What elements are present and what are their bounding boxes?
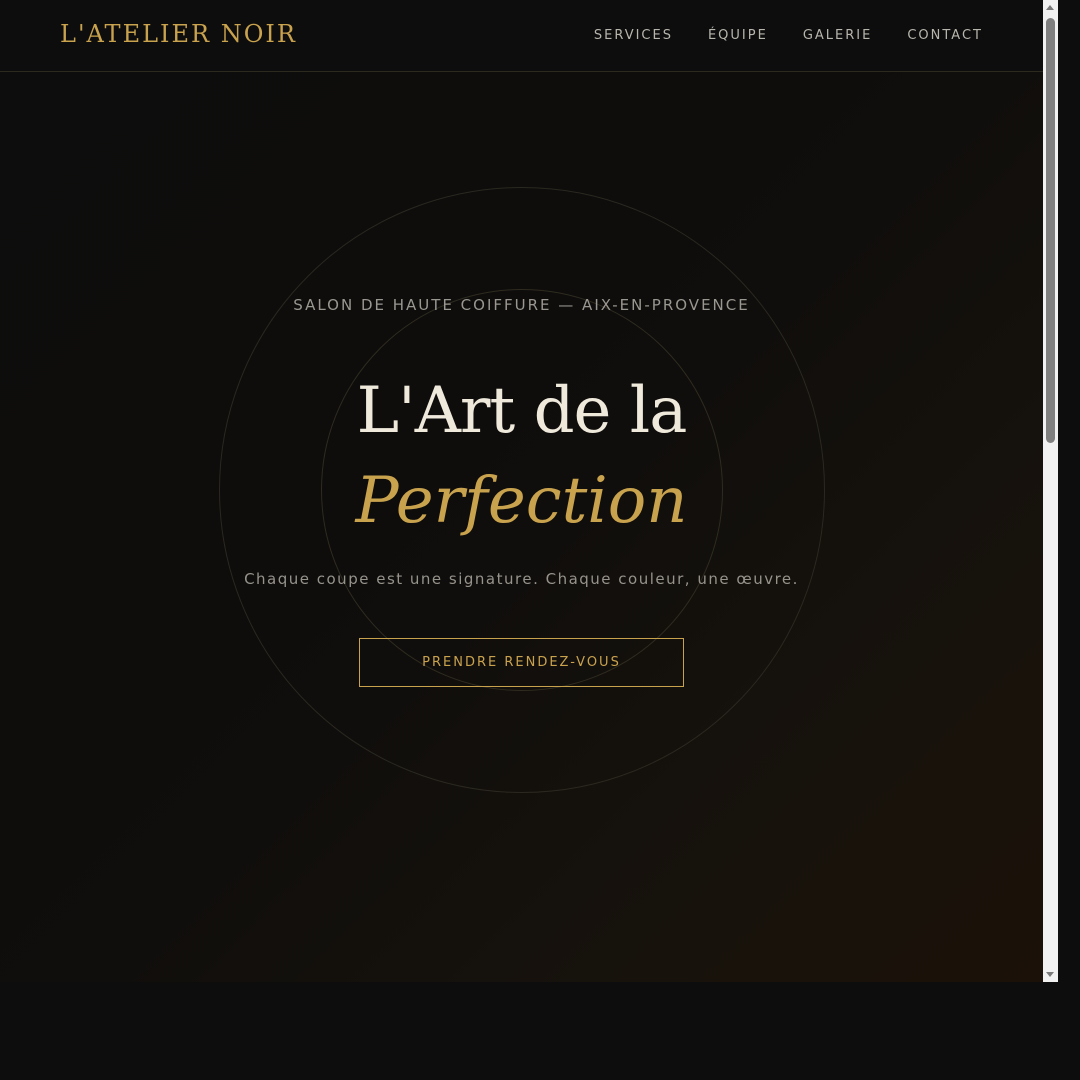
hero-section: SALON DE HAUTE COIFFURE — AIX-EN-PROVENC…	[0, 0, 1043, 982]
vertical-scrollbar[interactable]	[1043, 0, 1058, 982]
hero-headline-line1: L'Art de la	[356, 374, 688, 448]
triangle-up-icon[interactable]	[1046, 5, 1054, 10]
hero-headline: L'Art de la Perfection	[0, 366, 1043, 546]
hero-tagline: Chaque coupe est une signature. Chaque c…	[244, 570, 799, 588]
hero-headline-line2: Perfection	[355, 464, 688, 538]
scrollbar-thumb[interactable]	[1046, 18, 1055, 443]
hero-subtitle: SALON DE HAUTE COIFFURE — AIX-EN-PROVENC…	[293, 296, 750, 314]
page-viewport: L'ATELIER NOIR SERVICES ÉQUIPE GALERIE C…	[0, 0, 1043, 982]
book-appointment-button[interactable]: PRENDRE RENDEZ-VOUS	[359, 638, 684, 687]
triangle-down-icon[interactable]	[1046, 972, 1054, 977]
